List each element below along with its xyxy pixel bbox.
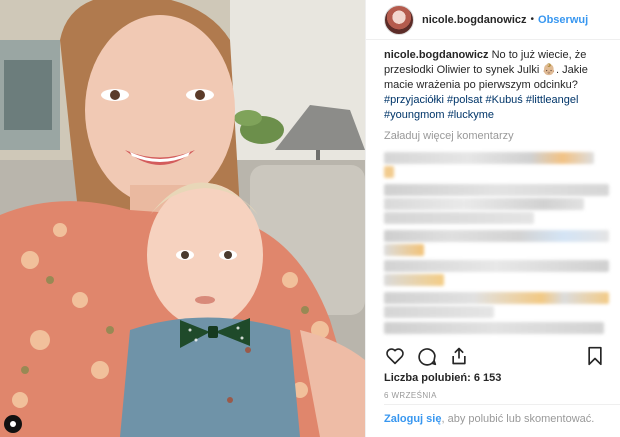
user-tag-icon[interactable] (4, 415, 22, 433)
likes-label: Liczba polubień: (384, 372, 471, 384)
login-prompt-text: , aby polubić lub skomentować. (441, 413, 595, 425)
share-icon[interactable] (448, 345, 470, 367)
post-header: nicole.bogdanowicz • Obserwuj (366, 0, 620, 40)
separator-dot: • (530, 14, 535, 25)
likes-number: 6 153 (473, 372, 502, 384)
post-photo[interactable] (0, 0, 365, 437)
heart-icon[interactable] (384, 345, 406, 367)
caption-hashtags[interactable]: #przyjaciółki #polsat #Kubuś #littleange… (384, 93, 606, 123)
comment-icon[interactable] (416, 345, 438, 367)
login-prompt: Zaloguj się, aby polubić lub skomentować… (384, 404, 620, 426)
likes-count[interactable]: Liczba polubień: 6 153 (384, 372, 501, 384)
avatar[interactable] (384, 4, 414, 35)
post-date[interactable]: 6 WRZEŚNIA (384, 391, 437, 400)
load-more-comments-button[interactable]: Załaduj więcej komentarzy (384, 130, 514, 142)
photo-illustration (0, 0, 365, 437)
comments-section: nicole.bogdanowicz No to już wiecie, że … (384, 48, 606, 123)
follow-button[interactable]: Obserwuj (538, 14, 588, 26)
blurred-comments (384, 148, 610, 348)
post-sidebar: nicole.bogdanowicz • Obserwuj nicole.bog… (365, 0, 620, 437)
login-link[interactable]: Zaloguj się (384, 413, 441, 425)
post-actions (384, 344, 606, 368)
username-link[interactable]: nicole.bogdanowicz (422, 14, 527, 26)
post-caption: nicole.bogdanowicz No to już wiecie, że … (384, 48, 606, 123)
caption-username[interactable]: nicole.bogdanowicz (384, 49, 489, 61)
bookmark-icon[interactable] (584, 345, 606, 367)
